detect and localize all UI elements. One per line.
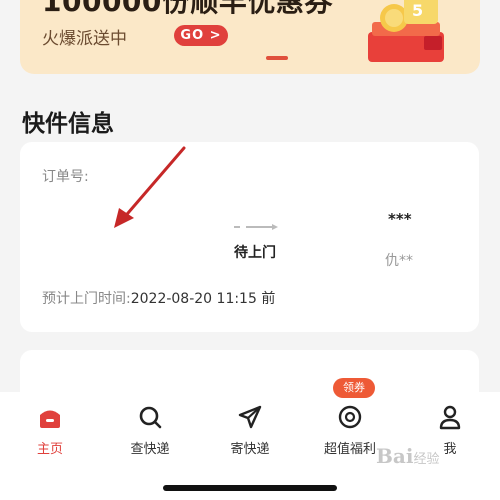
eta-row: 预计上门时间:2022-08-20 11:15 前 (42, 288, 275, 308)
home-icon (40, 410, 60, 428)
carousel-indicator (266, 56, 288, 60)
section-title: 快件信息 (22, 111, 114, 137)
tab-send[interactable]: 寄快递 (200, 404, 300, 457)
eta-label: 预计上门时间: (42, 291, 131, 307)
coin-icon (338, 405, 362, 429)
send-icon (238, 405, 262, 429)
tab-home[interactable]: 主页 (0, 404, 100, 457)
profile-icon (439, 405, 461, 430)
recipient-name: *** (388, 210, 412, 228)
tab-track[interactable]: 查快递 (100, 404, 200, 457)
recipient-city: 仇** (385, 253, 413, 269)
tab-home-label: 主页 (36, 442, 63, 457)
promo-banner[interactable]: 100000份顺丰优惠券 火爆派送中 GO > 5 (20, 0, 480, 74)
banner-subtitle: 火爆派送中 (42, 29, 127, 49)
annotation-arrow-icon (114, 146, 186, 228)
delivery-status: 待上门 (234, 245, 276, 261)
eta-value: 2022-08-20 11:15 前 (130, 291, 276, 307)
watermark-logo: Bai经验 (376, 444, 486, 484)
watermark-sub: 经验 (413, 452, 440, 467)
order-number-label: 订单号: (42, 169, 89, 185)
tab-track-label: 查快递 (130, 442, 170, 457)
order-card[interactable]: 订单号: 待上门 *** 仇** 预计上门时间:2022-08-20 11:15… (20, 142, 479, 332)
go-button[interactable]: GO > (174, 25, 228, 46)
watermark-text: Bai (376, 444, 414, 468)
search-icon (139, 406, 162, 429)
coupon-badge: 领券 (333, 378, 375, 398)
svg-text:5: 5 (412, 1, 423, 20)
status-progress-icon (234, 224, 278, 230)
tab-send-label: 寄快递 (230, 442, 270, 457)
banner-title: 100000份顺丰优惠券 (42, 0, 333, 18)
gift-box-icon: 5 (368, 0, 444, 62)
home-indicator (163, 485, 337, 491)
